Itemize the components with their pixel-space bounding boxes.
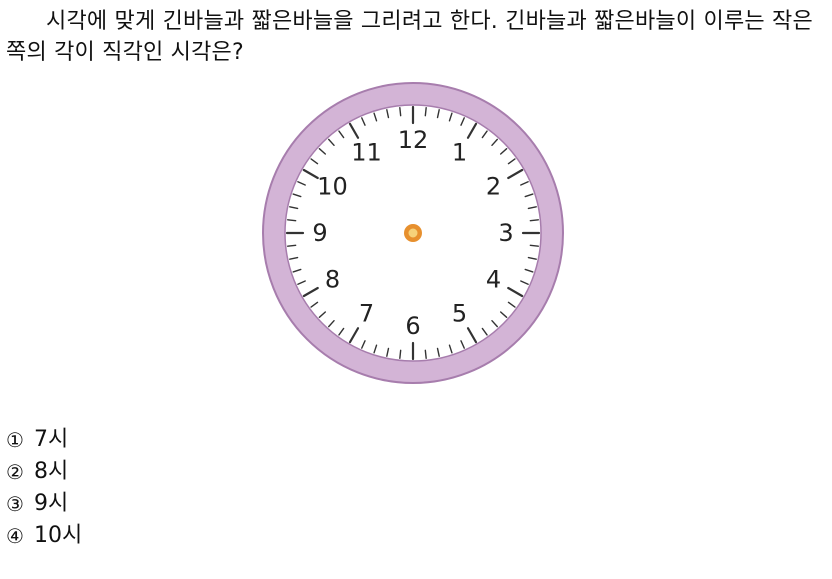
clock-number: 1 — [452, 138, 467, 166]
minute-tick — [424, 106, 427, 117]
clock-number: 4 — [486, 266, 501, 294]
clock-number: 3 — [498, 219, 513, 247]
clock-number: 7 — [359, 300, 374, 328]
clock-number: 11 — [351, 138, 382, 166]
choice-label: 7시 — [34, 427, 69, 452]
choice-1[interactable]: ① 7시 — [6, 424, 82, 456]
clock-number: 8 — [325, 266, 340, 294]
choice-number: ④ — [6, 524, 24, 548]
choice-number: ① — [6, 428, 24, 452]
clock-number: 12 — [398, 126, 429, 154]
minute-tick — [399, 106, 402, 117]
minute-tick — [424, 349, 427, 360]
question-text: 시각에 맞게 긴바늘과 짧은바늘을 그리려고 한다. 긴바늘과 짧은바늘이 이루… — [6, 9, 813, 65]
choice-3[interactable]: ③ 9시 — [6, 488, 82, 520]
clock-center-pin-inner — [407, 227, 419, 239]
choice-number: ③ — [6, 492, 24, 516]
minute-tick — [529, 244, 540, 247]
choice-4[interactable]: ④ 10시 — [6, 520, 82, 552]
minute-tick — [399, 349, 402, 360]
choice-label: 8시 — [34, 459, 69, 484]
clock-figure: 12 1 2 3 4 5 6 7 8 9 10 11 — [258, 78, 568, 388]
clock-face-svg: 12 12 3 45 6 78 9 1011 — [262, 82, 564, 384]
clock-number: 6 — [405, 312, 420, 340]
choice-number: ② — [6, 460, 24, 484]
answer-choices: ① 7시 ② 8시 ③ 9시 ④ 10시 — [6, 424, 82, 552]
choice-label: 10시 — [34, 523, 83, 548]
clock-number: 5 — [452, 300, 467, 328]
choice-2[interactable]: ② 8시 — [6, 456, 82, 488]
minute-tick — [286, 219, 297, 222]
minute-tick — [286, 244, 297, 247]
clock-number: 2 — [486, 173, 501, 201]
clock-number: 9 — [312, 219, 327, 247]
choice-label: 9시 — [34, 491, 69, 516]
minute-tick — [529, 219, 540, 222]
clock-number: 10 — [317, 173, 348, 201]
